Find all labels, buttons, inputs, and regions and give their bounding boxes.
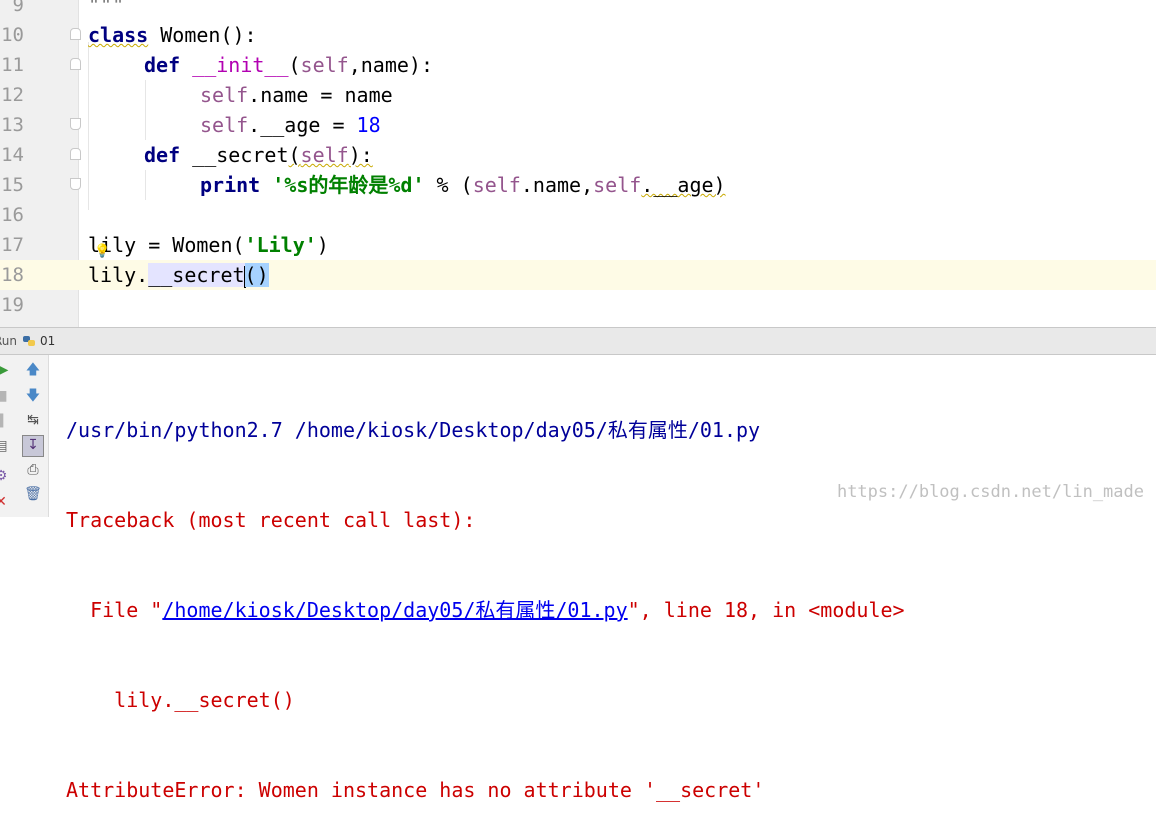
line-number: 9 [12,0,24,16]
code-text: lily. [88,263,149,287]
rerun-icon[interactable]: ▶ [0,361,12,379]
line-number: 12 [1,84,24,106]
line-number: 16 [1,204,24,226]
code-text: Women(): [148,23,257,47]
error-message: AttributeError: Women instance has no at… [66,778,765,802]
self-token: self [593,173,642,197]
watermark: https://blog.csdn.net/lin_made [836,482,1144,502]
code-line[interactable]: 12 self.name = name [0,80,1156,110]
console-output[interactable]: /usr/bin/python2.7 /home/kiosk/Desktop/d… [66,355,1156,835]
debug-icon[interactable]: ⚙ [0,467,10,485]
line-text: lily.__secret() [88,260,269,290]
soft-wrap-icon[interactable]: ↹ [24,411,42,429]
code-text: (self): [288,143,373,167]
line-number: 17 [1,234,24,256]
line-number: 18 [1,264,24,286]
scroll-to-end-icon[interactable]: ↧ [22,435,44,457]
line-number: 15 [1,174,24,196]
fold-marker-icon[interactable] [70,178,81,190]
code-editor[interactable]: 9 """ 10 class Women(): 11 def __init__(… [0,0,1156,327]
code-line[interactable]: 14 def __secret(self): [0,140,1156,170]
line-number: 19 [1,294,24,316]
close-icon[interactable]: ✕ [0,493,10,511]
keyword: class [88,23,149,47]
line-text: """ [88,0,125,17]
code-line[interactable]: 13 self.__age = 18 [0,110,1156,140]
code-line[interactable]: 17 lily = Women('Lily') [0,230,1156,260]
line-text: class Women(): [88,20,257,50]
code-line[interactable]: 16 [0,200,1156,230]
traceback-header: Traceback (most recent call last): [66,508,476,532]
fold-marker-icon[interactable] [70,28,81,40]
code-text: ,name): [348,53,434,77]
console-command: /usr/bin/python2.7 /home/kiosk/Desktop/d… [66,418,761,442]
code-text: .name = name [248,83,393,107]
line-text: self.name = name [200,80,393,110]
fold-marker-icon[interactable] [70,148,81,160]
file-link[interactable]: /home/kiosk/Desktop/day05/私有属性/01.py [162,598,627,622]
function-name: __init__ [192,53,289,77]
code-text: ( [288,53,301,77]
print-icon[interactable]: ⎙ [24,461,42,479]
code-line[interactable]: 9 """ [0,0,1156,20]
pause-icon[interactable]: ❚ [0,411,10,429]
line-text: def __init__(self,name): [144,50,433,80]
line-text: def __secret(self): [144,140,373,170]
string-literal: 'Lily' [244,233,317,257]
line-text: lily = Women('Lily') [88,230,329,260]
code-line[interactable]: 11 def __init__(self,name): [0,50,1156,80]
code-text: lily = Women( [88,233,245,257]
line-number: 11 [1,54,24,76]
traceback-file-line: File "/home/kiosk/Desktop/day05/私有属性/01.… [66,598,905,622]
self-token: self [200,113,249,137]
code-line[interactable]: 15 print '%s的年龄是%d' % (self.name,self.__… [0,170,1156,200]
run-config-name[interactable]: 01 [40,334,55,348]
code-line[interactable]: 19 [0,290,1156,320]
self-token: self [472,173,521,197]
self-token: self [300,143,349,167]
string-literal: '%s的年龄是%d' [272,173,425,197]
function-name: __secret [180,143,289,167]
code-text: % ( [424,173,473,197]
line-number: 13 [1,114,24,136]
selection: () [244,263,269,287]
code-text: .__age) [641,173,726,197]
run-toolbar: ▶ 🡅 ■ 🡇 ❚ ↹ ▤ ↧ ⚙ ⎙ ✕ 🗑 [0,355,49,517]
keyword: def [144,143,181,167]
fold-marker-icon[interactable] [70,58,81,70]
self-token: self [200,83,249,107]
code-text: .name, [520,173,594,197]
stop-icon[interactable]: ■ [0,387,10,405]
code-line-current[interactable]: 18 lily.__secret() [0,260,1156,290]
run-label: Run [0,334,18,348]
line-number: 14 [1,144,24,166]
line-text: print '%s的年龄是%d' % (self.name,self.__age… [200,170,726,200]
trash-icon[interactable]: 🗑 [24,485,42,503]
line-number: 10 [1,24,24,46]
lightbulb-icon[interactable]: 💡 [94,244,110,259]
code-text: ) [316,233,329,257]
self-token: self [300,53,349,77]
traceback-source: lily.__secret() [66,688,295,712]
layout-icon[interactable]: ▤ [0,437,10,455]
fold-marker-icon[interactable] [70,118,81,130]
code-text: .__age = [248,113,357,137]
python-icon [23,336,35,346]
code-line[interactable]: 10 class Women(): [0,20,1156,50]
arrow-up-icon[interactable]: 🡅 [24,361,42,379]
keyword: def [144,53,181,77]
function-name: __secret [148,263,245,287]
keyword: print [200,173,261,197]
number-literal: 18 [356,113,381,137]
arrow-down-icon[interactable]: 🡇 [24,387,42,405]
line-text: self.__age = 18 [200,110,381,140]
run-panel-header: Run 01 [0,327,1156,355]
